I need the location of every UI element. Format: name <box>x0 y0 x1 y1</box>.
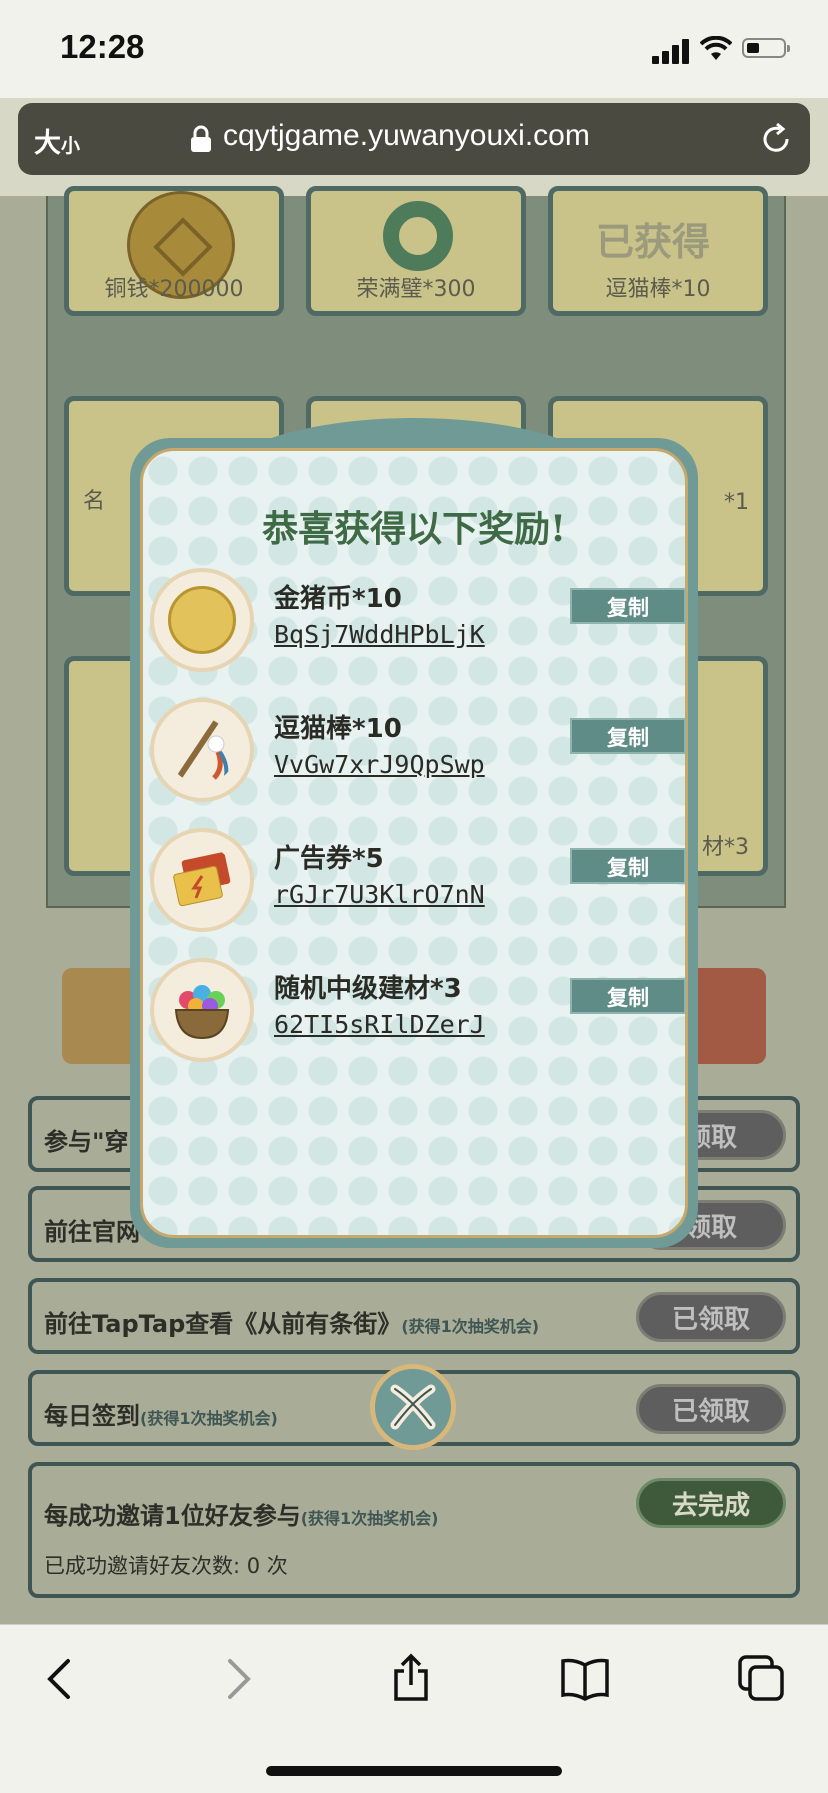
text-size-button[interactable]: 大小 <box>34 121 80 160</box>
reward-badge <box>150 698 254 802</box>
prize-label: 铜钱*200000 <box>104 277 244 302</box>
task-title-text: 每日签到 <box>44 1402 140 1430</box>
claimed-button[interactable]: 已领取 <box>636 1384 786 1434</box>
copy-button[interactable]: 复制 <box>570 718 686 754</box>
task-title-text: 前往TapTap查看《从前有条街》 <box>44 1310 402 1338</box>
reward-modal: 恭喜获得以下奖励! 金猪币*10 BqSj7WddHPbLjK 复制 逗猫棒*1… <box>130 418 698 1268</box>
task-hint: (获得1次抽奖机会) <box>140 1409 278 1428</box>
prize-label: 材*3 <box>702 835 749 860</box>
prize-card: 荣满璧*300 <box>306 186 526 316</box>
cellular-signal-icon <box>652 36 692 64</box>
ad-ticket-icon <box>173 852 231 907</box>
reward-name: 逗猫棒*10 <box>274 714 402 744</box>
share-icon[interactable] <box>386 1653 436 1703</box>
task-title: 每日签到(获得1次抽奖机会) <box>44 1396 278 1431</box>
reward-badge <box>150 828 254 932</box>
task-title: 每成功邀请1位好友参与(获得1次抽奖机会) <box>44 1496 438 1531</box>
reward-row: 逗猫棒*10 VvGw7xrJ9QpSwp 复制 <box>150 698 686 808</box>
lock-icon <box>191 125 211 152</box>
modal-title: 恭喜获得以下奖励! <box>262 508 566 550</box>
prize-card: 铜钱*200000 <box>64 186 284 316</box>
copy-button[interactable]: 复制 <box>570 588 686 624</box>
forward-icon[interactable] <box>212 1653 262 1703</box>
reward-code[interactable]: VvGw7xrJ9QpSwp <box>274 750 485 779</box>
go-complete-button[interactable]: 去完成 <box>636 1478 786 1528</box>
reload-icon[interactable] <box>758 121 794 157</box>
jade-disc-icon <box>383 201 453 271</box>
close-icon[interactable] <box>370 1364 456 1450</box>
copy-button[interactable]: 复制 <box>570 978 686 1014</box>
task-row: 前往TapTap查看《从前有条街》(获得1次抽奖机会) 已领取 <box>28 1278 800 1354</box>
reward-row: 随机中级建材*3 62TI5sRIlDZerJ 复制 <box>150 958 686 1068</box>
task-title: 参与"穿 <box>44 1128 129 1156</box>
reward-row: 广告券*5 rGJr7U3KlrO7nN 复制 <box>150 828 686 938</box>
task-hint: (获得1次抽奖机会) <box>300 1509 439 1528</box>
task-row: 每成功邀请1位好友参与(获得1次抽奖机会) 去完成 已成功邀请好友次数: 0 次 <box>28 1462 800 1598</box>
reward-code[interactable]: BqSj7WddHPbLjK <box>274 620 485 649</box>
clock: 12:28 <box>60 28 145 65</box>
cat-teaser-icon <box>177 720 229 780</box>
bookmarks-icon[interactable] <box>560 1653 610 1703</box>
battery-icon <box>742 38 790 58</box>
reward-badge <box>150 568 254 672</box>
reward-code[interactable]: 62TI5sRIlDZerJ <box>274 1010 485 1039</box>
wifi-icon <box>700 36 732 60</box>
prize-label: 荣满璧*300 <box>356 277 476 302</box>
prize-label: *1 <box>724 490 749 515</box>
home-indicator <box>266 1766 562 1776</box>
reward-name: 随机中级建材*3 <box>274 974 462 1004</box>
invite-count: 已成功邀请好友次数: 0 次 <box>44 1554 288 1578</box>
address-bar[interactable]: 大小 cqytjgame.yuwanyouxi.com <box>18 103 810 175</box>
reward-badge <box>150 958 254 1062</box>
reward-code[interactable]: rGJr7U3KlrO7nN <box>274 880 485 909</box>
task-hint: (获得1次抽奖机会) <box>401 1317 540 1336</box>
text-size-big: 大 <box>34 128 61 159</box>
task-title: 前往TapTap查看《从前有条街》(获得1次抽奖机会) <box>44 1304 539 1339</box>
status-bar: 12:28 <box>0 0 828 98</box>
task-title: 前往官网 <box>44 1218 140 1246</box>
reward-row: 金猪币*10 BqSj7WddHPbLjK 复制 <box>150 568 686 678</box>
prize-card: 已获得 逗猫棒*10 <box>548 186 768 316</box>
reward-name: 金猪币*10 <box>274 584 402 614</box>
task-title-text: 每成功邀请1位好友参与 <box>44 1502 301 1530</box>
reward-name: 广告券*5 <box>274 844 384 874</box>
prize-label: 逗猫棒*10 <box>605 277 711 302</box>
gold-pig-coin-icon <box>168 586 236 654</box>
url-text[interactable]: cqytjgame.yuwanyouxi.com <box>223 119 590 153</box>
text-size-small: 小 <box>61 135 81 157</box>
back-icon[interactable] <box>36 1653 86 1703</box>
copy-button[interactable]: 复制 <box>570 848 686 884</box>
tabs-icon[interactable] <box>736 1653 786 1703</box>
material-pot-icon <box>174 985 230 1040</box>
claimed-button[interactable]: 已领取 <box>636 1292 786 1342</box>
